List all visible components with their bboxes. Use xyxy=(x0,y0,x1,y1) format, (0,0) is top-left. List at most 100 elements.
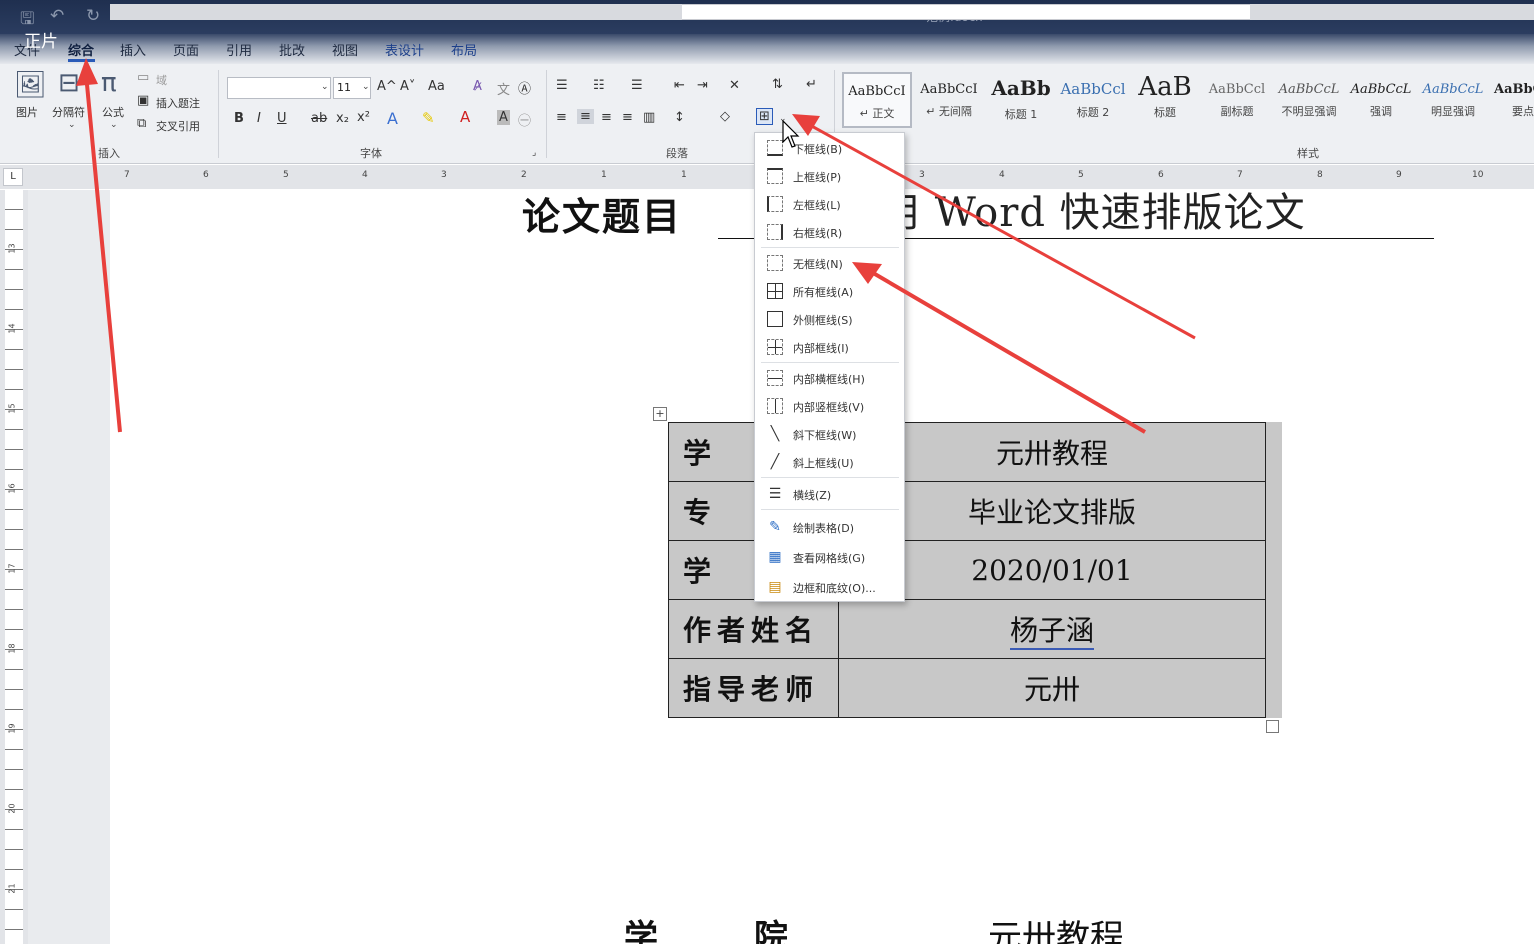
menu-references[interactable]: 引用 xyxy=(226,40,252,59)
enclose-char-icon[interactable]: ㊀ xyxy=(518,110,531,129)
menu-view[interactable]: 视图 xyxy=(332,40,358,59)
row-value[interactable]: 杨子涵 xyxy=(838,599,1266,659)
style-heading-2[interactable]: AaBbCcl 标题 2 xyxy=(1058,72,1128,128)
underline-button[interactable]: U xyxy=(277,111,287,126)
picture-label[interactable]: 图片 xyxy=(16,104,38,120)
row-label[interactable]: 作者姓名 xyxy=(668,599,839,659)
show-marks-icon[interactable]: ↵ xyxy=(806,77,817,92)
style-title[interactable]: AaB 标题 xyxy=(1130,72,1200,128)
ruler-number: 1 xyxy=(681,170,687,180)
menu-layout[interactable]: 布局 xyxy=(451,40,477,59)
row-value[interactable]: 元卅 xyxy=(838,658,1266,718)
menu-item-inside-vertical[interactable]: 内部竖框线(V) xyxy=(755,393,904,419)
subscript-button[interactable]: x₂ xyxy=(336,111,349,126)
menu-item-diagonal-down[interactable]: ╲ 斜下框线(W) xyxy=(755,421,904,447)
line-spacing-icon[interactable]: ↕ xyxy=(674,110,685,125)
menu-item-view-gridlines[interactable]: ▦ 查看网格线(G) xyxy=(755,544,904,570)
borders-button[interactable]: ⊞ xyxy=(756,108,773,125)
borders-dropdown-menu[interactable]: 下框线(B) 上框线(P) 左框线(L) 右框线(R) 无框线(N) 所有框线(… xyxy=(754,132,905,602)
undo-icon[interactable]: ↶ xyxy=(50,6,64,26)
bullets-icon[interactable]: ☰ xyxy=(556,78,568,93)
style-key-point[interactable]: AaBbC 要点 xyxy=(1490,72,1534,128)
style-subtitle[interactable]: AaBbCcl 副标题 xyxy=(1202,72,1272,128)
strikethrough-button[interactable]: ab xyxy=(311,111,327,126)
menu-item-inside-borders[interactable]: 内部框线(I) xyxy=(755,334,904,360)
style-intense-emphasis[interactable]: AaBbCcL 明显强调 xyxy=(1418,72,1488,128)
menu-table-design[interactable]: 表设计 xyxy=(385,40,424,59)
inside-horizontal-border-icon xyxy=(767,370,783,386)
multilevel-list-icon[interactable]: ☰ xyxy=(631,78,643,93)
field-icon[interactable]: ▭ xyxy=(137,70,149,85)
menu-item-no-border[interactable]: 无框线(N) xyxy=(755,250,904,276)
cross-reference-icon[interactable]: ⧉ xyxy=(137,116,146,131)
clear-format-icon[interactable]: A̷ xyxy=(473,79,482,94)
chevron-down-icon[interactable]: ⌄ xyxy=(110,120,118,130)
increase-indent-icon[interactable]: ⇥ xyxy=(697,78,708,93)
align-left-icon[interactable]: ≡ xyxy=(556,110,567,125)
menu-review[interactable]: 批改 xyxy=(279,40,305,59)
menu-insert[interactable]: 插入 xyxy=(120,40,146,59)
field-label[interactable]: 域 xyxy=(156,72,167,88)
chevron-down-icon[interactable]: ⌄ xyxy=(321,82,329,92)
justify-icon[interactable]: ≡ xyxy=(622,110,633,125)
menu-item-top-border[interactable]: 上框线(P) xyxy=(755,163,904,189)
menu-item-bottom-border[interactable]: 下框线(B) xyxy=(755,135,904,161)
menu-general[interactable]: 综合 xyxy=(68,40,94,59)
shading-icon[interactable]: ◇ xyxy=(720,109,730,124)
chinese-layout-icon[interactable]: ✕ xyxy=(729,78,740,93)
italic-button[interactable]: I xyxy=(257,111,261,126)
change-case-icon[interactable]: Aa xyxy=(428,79,445,94)
highlight-icon[interactable]: ✎ xyxy=(422,109,435,127)
menu-item-borders-shading[interactable]: ▤ 边框和底纹(O)... xyxy=(755,574,904,600)
insert-caption-label[interactable]: 插入题注 xyxy=(156,95,200,111)
bold-button[interactable]: B xyxy=(234,111,244,126)
menu-item-horizontal-line[interactable]: ☰ 横线(Z) xyxy=(755,481,904,507)
menu-item-all-borders[interactable]: 所有框线(A) xyxy=(755,278,904,304)
style-no-spacing[interactable]: AaBbCcI ↵ 无间隔 xyxy=(914,72,984,128)
sort-icon[interactable]: ⇅ xyxy=(772,77,783,92)
distribute-icon[interactable]: ▥ xyxy=(643,110,655,125)
row-label[interactable]: 指导老师 xyxy=(668,658,839,718)
menu-item-inside-horizontal[interactable]: 内部横框线(H) xyxy=(755,365,904,391)
style-heading-1[interactable]: AaBb 标题 1 xyxy=(986,72,1056,128)
menu-item-draw-table[interactable]: ✎ 绘制表格(D) xyxy=(755,514,904,540)
font-dialog-launcher-icon[interactable]: ⌟ xyxy=(532,148,536,158)
phonetic-icon[interactable]: 文 xyxy=(497,79,510,98)
menu-item-label: 边框和底纹(O)... xyxy=(793,582,876,595)
menu-item-outside-borders[interactable]: 外侧框线(S) xyxy=(755,306,904,332)
menu-item-left-border[interactable]: 左框线(L) xyxy=(755,191,904,217)
formula-icon[interactable]: π xyxy=(101,68,117,98)
shrink-font-icon[interactable]: A˅ xyxy=(400,79,415,94)
menu-page[interactable]: 页面 xyxy=(173,40,199,59)
grow-font-icon[interactable]: A^ xyxy=(377,79,397,94)
separator-icon[interactable]: ⊟ xyxy=(58,68,80,98)
formula-label[interactable]: 公式 xyxy=(102,104,124,120)
table-resize-handle[interactable] xyxy=(1266,720,1279,733)
font-color-icon[interactable]: A xyxy=(460,108,470,126)
insert-caption-icon[interactable]: ▣ xyxy=(137,93,149,108)
chevron-down-icon[interactable]: ⌄ xyxy=(68,120,76,130)
table-row[interactable]: 指导老师 元卅 xyxy=(668,658,1266,718)
cross-reference-label[interactable]: 交叉引用 xyxy=(156,118,200,134)
text-effects-icon[interactable]: A xyxy=(387,109,398,128)
picture-icon[interactable]: 🖼 xyxy=(14,70,47,100)
decrease-indent-icon[interactable]: ⇤ xyxy=(674,78,685,93)
char-border-icon[interactable]: Ⓐ xyxy=(518,78,531,97)
style-normal[interactable]: AaBbCcI ↵ 正文 xyxy=(842,72,912,128)
align-center-icon[interactable]: ≡ xyxy=(577,109,594,124)
menu-item-diagonal-up[interactable]: ╱ 斜上框线(U) xyxy=(755,449,904,475)
char-shading-icon[interactable]: A xyxy=(497,110,510,125)
align-right-icon[interactable]: ≡ xyxy=(601,110,612,125)
style-emphasis[interactable]: AaBbCcL 强调 xyxy=(1346,72,1416,128)
font-name-box[interactable] xyxy=(227,77,331,99)
menu-item-right-border[interactable]: 右框线(R) xyxy=(755,219,904,245)
separator-label[interactable]: 分隔符 xyxy=(52,104,85,120)
redo-icon[interactable]: ↻ xyxy=(86,6,100,26)
table-move-handle[interactable]: + xyxy=(653,407,667,421)
numbering-icon[interactable]: ☷ xyxy=(593,78,605,93)
style-subtle-emphasis[interactable]: AaBbCcL 不明显强调 xyxy=(1274,72,1344,128)
table-row[interactable]: 作者姓名 杨子涵 xyxy=(668,599,1266,659)
superscript-button[interactable]: x² xyxy=(357,110,370,125)
chevron-down-icon[interactable]: ⌄ xyxy=(362,82,370,92)
tab-selector[interactable]: L xyxy=(3,168,23,186)
